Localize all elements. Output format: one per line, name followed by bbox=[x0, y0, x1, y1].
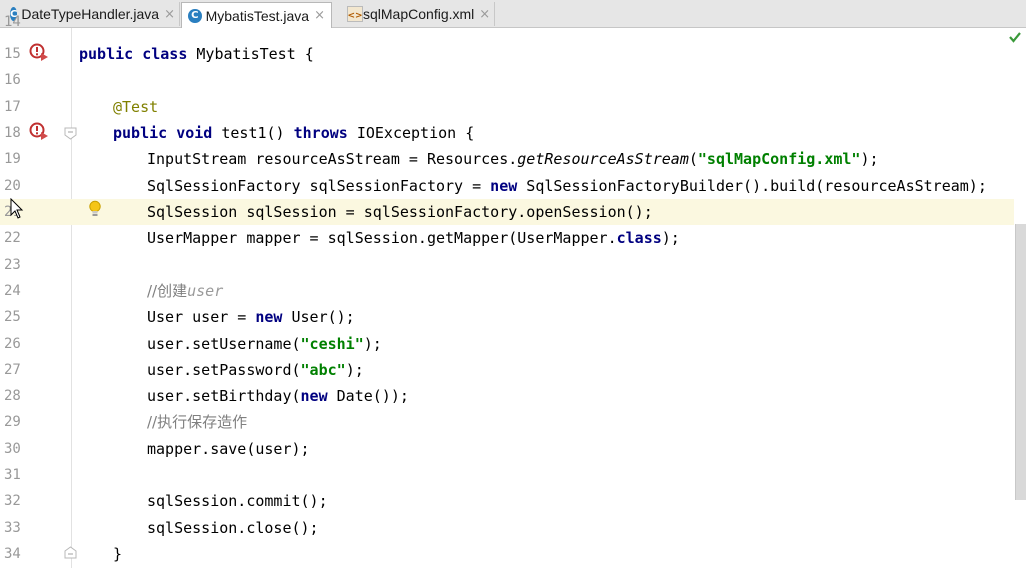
code-line: 31 bbox=[0, 462, 1014, 488]
code-line-current: 21 SqlSession sqlSession = sqlSessionFac… bbox=[0, 199, 1014, 225]
run-test-error-icon[interactable] bbox=[29, 43, 49, 63]
vertical-scrollbar[interactable] bbox=[1015, 224, 1026, 500]
run-test-error-icon[interactable] bbox=[29, 122, 49, 142]
code-text: InputStream resourceAsStream = Resources… bbox=[147, 150, 879, 168]
code-line: 30 mapper.save(user); bbox=[0, 436, 1014, 462]
line-number: 26 bbox=[4, 336, 21, 352]
code-text: public void test1() throws IOException { bbox=[113, 124, 475, 142]
code-line: 32 sqlSession.commit(); bbox=[0, 488, 1014, 514]
line-number: 27 bbox=[4, 362, 21, 378]
fold-end-icon[interactable] bbox=[64, 546, 77, 559]
code-text: SqlSession sqlSession = sqlSessionFactor… bbox=[147, 203, 653, 221]
inspection-ok-icon[interactable] bbox=[1008, 30, 1022, 44]
code-line: 29 //执行保存造作 bbox=[0, 409, 1014, 435]
line-number: 28 bbox=[4, 388, 21, 404]
code-text: } bbox=[113, 545, 123, 563]
code-text: SqlSessionFactory sqlSessionFactory = ne… bbox=[147, 177, 987, 195]
line-number: 31 bbox=[4, 467, 21, 483]
code-text: sqlSession.close(); bbox=[147, 519, 319, 537]
code-text: User user = new User(); bbox=[147, 308, 355, 326]
line-number: 16 bbox=[4, 72, 21, 88]
code-line: 15 public class MybatisTest { bbox=[0, 41, 1014, 67]
line-number: 23 bbox=[4, 257, 21, 273]
line-number: 33 bbox=[4, 520, 21, 536]
lightbulb-icon[interactable] bbox=[88, 200, 102, 218]
code-line: 22 UserMapper mapper = sqlSession.getMap… bbox=[0, 225, 1014, 251]
code-line: 26 user.setUsername("ceshi"); bbox=[0, 331, 1014, 357]
line-number: 18 bbox=[4, 125, 21, 141]
line-number: 34 bbox=[4, 546, 21, 562]
code-comment: //执行保存造作 bbox=[147, 413, 248, 431]
line-number: 24 bbox=[4, 283, 21, 299]
code-line: 19 InputStream resourceAsStream = Resour… bbox=[0, 146, 1014, 172]
line-number: 30 bbox=[4, 441, 21, 457]
code-line: 27 user.setPassword("abc"); bbox=[0, 357, 1014, 383]
line-number: 25 bbox=[4, 309, 21, 325]
code-line: 14 bbox=[0, 9, 1014, 35]
code-text: @Test bbox=[113, 98, 159, 116]
code-line: 18 public void test1() throws IOExceptio… bbox=[0, 120, 1014, 146]
code-text: sqlSession.commit(); bbox=[147, 492, 328, 510]
line-number: 32 bbox=[4, 493, 21, 509]
code-line: 28 user.setBirthday(new Date()); bbox=[0, 383, 1014, 409]
code-line: 25 User user = new User(); bbox=[0, 304, 1014, 330]
code-line: 20 SqlSessionFactory sqlSessionFactory =… bbox=[0, 173, 1014, 199]
line-number: 14 bbox=[4, 14, 21, 30]
code-line: 24 //创建user bbox=[0, 278, 1014, 304]
fold-icon[interactable] bbox=[64, 127, 77, 140]
code-line: 17 @Test bbox=[0, 94, 1014, 120]
code-text: user.setPassword("abc"); bbox=[147, 361, 364, 379]
code-text: mapper.save(user); bbox=[147, 440, 310, 458]
code-line: 33 sqlSession.close(); bbox=[0, 515, 1014, 541]
line-number: 15 bbox=[4, 46, 21, 62]
code-editor[interactable]: 14 15 public class MybatisTest { 16 17 @… bbox=[0, 14, 1026, 568]
line-number: 19 bbox=[4, 151, 21, 167]
code-line: 16 bbox=[0, 67, 1014, 93]
code-line: 34 } bbox=[0, 541, 1014, 567]
code-text: user.setUsername("ceshi"); bbox=[147, 335, 382, 353]
mouse-cursor-icon bbox=[10, 198, 24, 219]
code-line: 23 bbox=[0, 252, 1014, 278]
code-text: public class MybatisTest { bbox=[79, 45, 314, 63]
line-number: 29 bbox=[4, 414, 21, 430]
code-text: user.setBirthday(new Date()); bbox=[147, 387, 409, 405]
line-number: 22 bbox=[4, 230, 21, 246]
line-number: 17 bbox=[4, 99, 21, 115]
code-text: UserMapper mapper = sqlSession.getMapper… bbox=[147, 229, 680, 247]
code-comment: //创建user bbox=[147, 282, 224, 300]
line-number: 20 bbox=[4, 178, 21, 194]
